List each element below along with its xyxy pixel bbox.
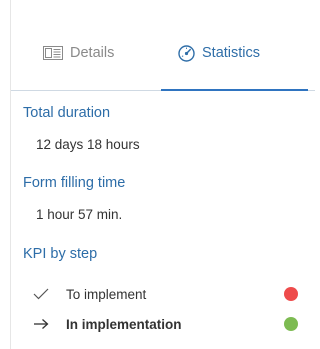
kpi-step-row: To implement [33,283,298,305]
kpi-step-label: To implement [66,286,147,302]
tab-bar: Details Statistics [11,0,315,91]
tab-statistics[interactable]: Statistics [178,41,260,65]
kpi-status-dot [284,287,298,301]
total-duration-value: 12 days 18 hours [36,137,140,152]
tab-statistics-label: Statistics [202,45,261,61]
kpi-step-row-current: In implementation [33,313,298,335]
kpi-step-label: In implementation [66,316,182,332]
tab-details-label: Details [70,45,115,61]
form-filling-time-title: Form filling time [23,175,126,191]
kpi-status-dot [284,317,298,331]
tab-details[interactable]: Details [43,41,114,65]
total-duration-title: Total duration [23,105,111,121]
side-panel: Details Statistics Total duration 12 day… [10,0,315,349]
form-filling-time-value: 1 hour 57 min. [36,207,123,222]
kpi-by-step-title: KPI by step [23,246,98,262]
arrow-right-icon [33,318,49,330]
active-tab-indicator [161,89,308,91]
gauge-icon [178,44,195,62]
check-icon [33,288,49,300]
details-icon [43,46,63,60]
